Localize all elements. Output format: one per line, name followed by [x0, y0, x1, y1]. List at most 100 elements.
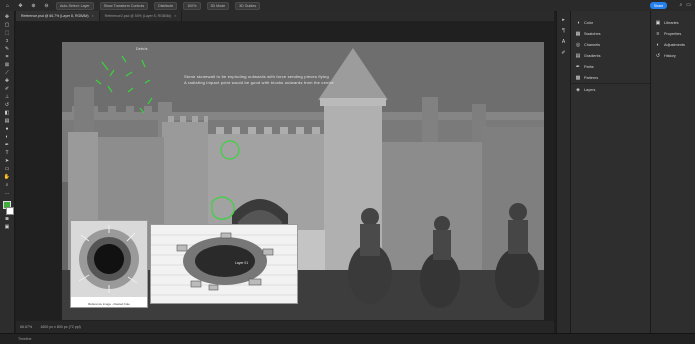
panel-item-paths[interactable]: ✒ Paths	[571, 61, 651, 72]
panel-item-gradients[interactable]: ▤ Gradients	[571, 50, 651, 61]
quick-mask-icon[interactable]: ◙	[3, 216, 12, 223]
reference-image-hole[interactable]: Reference image - blasted hole	[70, 220, 148, 308]
document-tabs: Reference.psd @ 66.7% (Layer 8, RGB/8#) …	[16, 11, 554, 21]
panel-label: Properties	[664, 31, 682, 36]
swatches-icon: ▦	[575, 30, 581, 37]
eraser-tool-icon[interactable]: ◧	[3, 110, 12, 117]
quick-select-tool-icon[interactable]: ✎	[3, 46, 12, 53]
panel-item-swatches[interactable]: ▦ Swatches	[571, 28, 651, 39]
panel-item-history[interactable]: ↺ History	[651, 50, 695, 61]
panel-item-layers[interactable]: ◈ Layers	[571, 83, 651, 95]
brush-settings-icon[interactable]: ✐	[559, 50, 568, 57]
hole-illustration	[71, 221, 147, 297]
close-icon[interactable]: ×	[174, 14, 176, 18]
tab-reference2[interactable]: Reference2.psd @ 50% (Layer 5, RGB/8#) ×	[100, 11, 183, 21]
panel-label: Adjustments	[664, 42, 685, 47]
character-icon[interactable]: A	[559, 39, 568, 46]
blur-tool-icon[interactable]: ●	[3, 126, 12, 133]
close-icon[interactable]: ×	[92, 14, 94, 18]
option-chip-zoom[interactable]: 100%	[183, 1, 201, 10]
document-canvas[interactable]: Stone stonewall to be exploding outwards…	[62, 42, 544, 320]
brick-blast-illustration	[151, 225, 297, 303]
tab-label: Reference.psd @ 66.7% (Layer 8, RGB/8#)	[21, 14, 89, 18]
panel-item-adjustments[interactable]: ◐ Adjustments	[651, 39, 695, 50]
panel-label: Paths	[584, 64, 594, 69]
type-tool-icon[interactable]: T	[3, 150, 12, 157]
healing-tool-icon[interactable]: ✚	[3, 78, 12, 85]
option-chip-distribute[interactable]: Distribute	[154, 1, 178, 10]
panel-item-properties[interactable]: ≡ Properties	[651, 28, 695, 39]
panel-group-left: ◑ Color ▦ Swatches ◎ Channels ▤ Gradient…	[570, 11, 651, 333]
learn-icon[interactable]: ▸	[559, 17, 568, 24]
frame-tool-icon[interactable]: ⊠	[3, 62, 12, 69]
zoom-out-icon[interactable]: ⊖	[43, 2, 50, 9]
option-chip-3dguides[interactable]: 3D Guides	[235, 1, 261, 10]
layers-icon: ◈	[576, 86, 580, 93]
home-icon[interactable]: ⌂	[4, 2, 11, 9]
window-controls: ⌕ ▭	[679, 2, 691, 8]
reference-image-brick-blast[interactable]: Layer 01	[150, 224, 298, 304]
panel-label: Gradients	[584, 53, 601, 58]
zoom-tool-icon[interactable]: ⌕	[3, 182, 12, 189]
move-tool-icon[interactable]: ✥	[3, 14, 12, 21]
more-tools-icon[interactable]: …	[3, 190, 12, 197]
properties-icon: ≡	[656, 30, 660, 37]
eyedropper-tool-icon[interactable]: ⟋	[3, 70, 12, 77]
panel-label: History	[664, 53, 676, 58]
option-chip-autoselect[interactable]: Auto-Select: Layer	[56, 1, 94, 10]
options-bar: ⌂ ✥ ⊕ ⊖ Auto-Select: Layer Show Transfor…	[0, 0, 695, 11]
color-icon: ◑	[576, 19, 580, 26]
pen-tool-icon[interactable]: ✒	[3, 142, 12, 149]
panel-group-right: ▣ Libraries ≡ Properties ◐ Adjustments ↺…	[650, 11, 695, 333]
paths-icon: ✒	[575, 63, 581, 70]
paragraph-icon[interactable]: ¶	[559, 28, 568, 35]
panel-label: Libraries	[664, 20, 679, 25]
panel-item-libraries[interactable]: ▣ Libraries	[651, 17, 695, 28]
search-icon[interactable]: ⌕	[679, 2, 682, 8]
dodge-tool-icon[interactable]: ◐	[3, 134, 12, 141]
document-info[interactable]: 1600 px x 800 px (72 ppi)	[40, 325, 81, 329]
gradient-tool-icon[interactable]: ▤	[3, 118, 12, 125]
panel-item-color[interactable]: ◑ Color	[571, 17, 651, 28]
green-layer-label: Debris	[136, 47, 148, 51]
overlay-layer-label: Layer 01	[235, 261, 249, 265]
panel-label: Channels	[584, 42, 601, 47]
gradients-icon: ▤	[575, 52, 581, 59]
panel-label: Layers	[584, 87, 596, 92]
timeline-label[interactable]: Timeline	[18, 337, 31, 341]
channels-icon: ◎	[575, 41, 581, 48]
share-button[interactable]: Share	[650, 2, 667, 9]
annotation-line-2: A radiating impact point would be good w…	[184, 80, 334, 85]
crop-tool-icon[interactable]: ⌗	[3, 54, 12, 61]
panel-label: Swatches	[584, 31, 601, 36]
libraries-icon: ▣	[655, 19, 661, 26]
panel-item-channels[interactable]: ◎ Channels	[571, 39, 651, 50]
zoom-in-icon[interactable]: ⊕	[30, 2, 37, 9]
brush-tool-icon[interactable]: ✐	[3, 86, 12, 93]
move-icon[interactable]: ✥	[17, 2, 24, 9]
artboard-tool-icon[interactable]: ▢	[3, 22, 12, 29]
screen-mode-icon[interactable]: ▣	[3, 224, 12, 231]
panel-item-patterns[interactable]: ▩ Patterns	[571, 72, 651, 83]
zoom-level[interactable]: 66.67%	[20, 325, 32, 329]
history-brush-tool-icon[interactable]: ↺	[3, 102, 12, 109]
option-chip-transform[interactable]: Show Transform Controls	[99, 1, 149, 10]
panel-label: Patterns	[584, 75, 599, 80]
adjustments-icon: ◐	[656, 41, 660, 48]
hand-tool-icon[interactable]: ✋	[3, 174, 12, 181]
tab-reference[interactable]: Reference.psd @ 66.7% (Layer 8, RGB/8#) …	[16, 11, 100, 21]
marquee-tool-icon[interactable]: ⬚	[3, 30, 12, 37]
bottom-bar: Timeline	[0, 333, 695, 344]
lasso-tool-icon[interactable]: ↄ	[3, 38, 12, 45]
reference-caption: Reference image - blasted hole	[88, 302, 130, 306]
tab-label: Reference2.psd @ 50% (Layer 5, RGB/8#)	[104, 14, 172, 18]
panel-label: Color	[584, 20, 594, 25]
path-select-tool-icon[interactable]: ➤	[3, 158, 12, 165]
workspace-icon[interactable]: ▭	[686, 2, 691, 8]
shape-tool-icon[interactable]: ▭	[3, 166, 12, 173]
background-color-swatch[interactable]	[5, 207, 14, 215]
patterns-icon: ▩	[575, 74, 581, 81]
option-chip-3dmode[interactable]: 3D Mode	[206, 1, 230, 10]
panel-icon-strip: ▸ ¶ A ✐	[556, 11, 570, 333]
stamp-tool-icon[interactable]: ⊥	[3, 94, 12, 101]
